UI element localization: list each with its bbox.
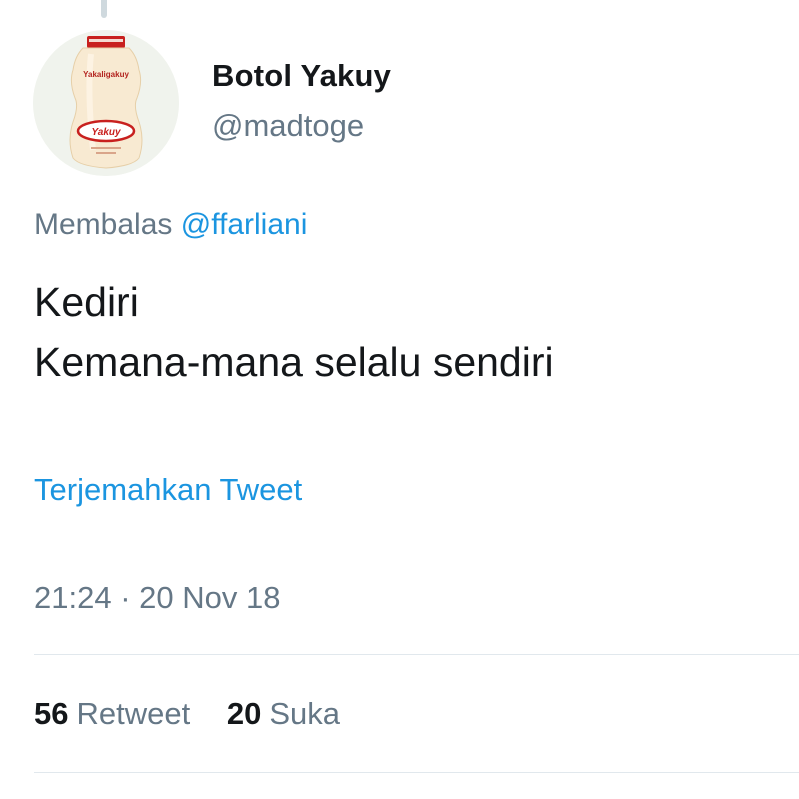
thread-connector-line (101, 0, 107, 18)
bottle-icon: Yakaligakuy Yakuy (33, 30, 179, 176)
translate-tweet-link[interactable]: Terjemahkan Tweet (34, 472, 302, 508)
retweet-count: 56 (34, 696, 69, 731)
tweet-text-line: Kemana-mana selalu sendiri (34, 339, 554, 385)
tweet-text-line: Kediri (34, 279, 139, 325)
like-count: 20 (226, 696, 262, 731)
divider (34, 654, 799, 655)
tweet-timestamp[interactable]: 21:24 · 20 Nov 18 (34, 580, 280, 616)
reply-context: Membalas @ffarliani (34, 208, 307, 242)
tweet-text: Kediri Kemana-mana selalu sendiri (34, 272, 554, 392)
retweet-label: Retweet (76, 696, 191, 731)
display-name[interactable]: Botol Yakuy (212, 58, 391, 94)
reply-mention-link[interactable]: @ffarliani (181, 208, 308, 241)
divider (34, 772, 799, 773)
like-count-link[interactable]: 20 Suka (227, 696, 340, 732)
like-label: Suka (269, 696, 340, 731)
avatar-label-top: Yakaligakuy (83, 70, 129, 79)
avatar-label-logo: Yakuy (91, 127, 121, 138)
reply-prefix: Membalas (34, 208, 173, 241)
avatar[interactable]: Yakaligakuy Yakuy (33, 30, 179, 176)
tweet-stats: 56 Retweet 20 Suka (34, 696, 340, 732)
user-handle[interactable]: @madtoge (212, 108, 364, 144)
retweet-count-link[interactable]: 56 Retweet (34, 696, 190, 732)
